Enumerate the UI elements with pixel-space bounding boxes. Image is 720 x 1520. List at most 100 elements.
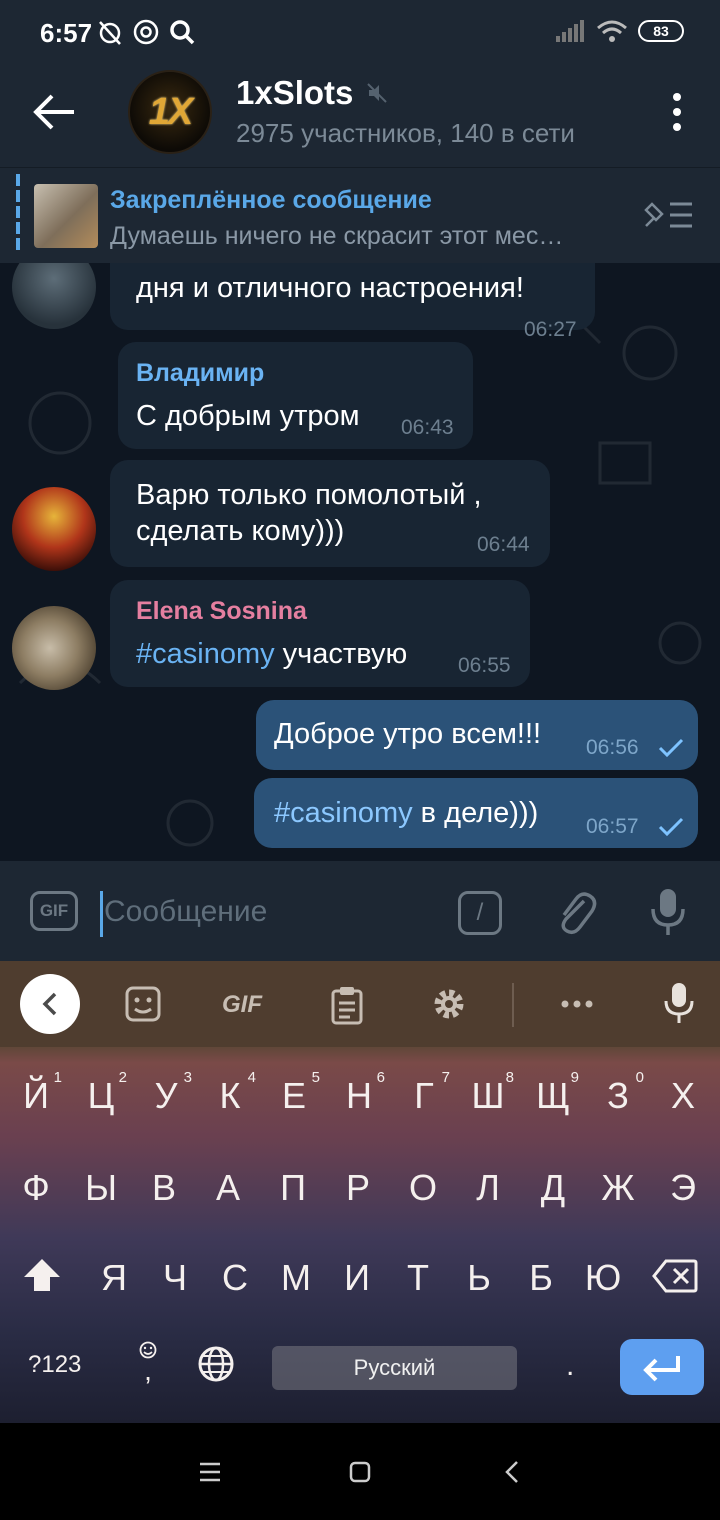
key[interactable]: Я bbox=[84, 1257, 144, 1299]
period-key[interactable]: . bbox=[566, 1349, 574, 1383]
symbols-key[interactable]: ?123 bbox=[28, 1351, 81, 1379]
key[interactable]: К4 bbox=[200, 1069, 260, 1117]
key[interactable]: Н6 bbox=[329, 1069, 389, 1117]
sender-name[interactable]: Elena Sosnina bbox=[136, 597, 307, 626]
space-key[interactable]: Русский bbox=[272, 1346, 517, 1390]
message-text-rest: участвую bbox=[274, 638, 408, 670]
sticker-icon[interactable] bbox=[124, 985, 162, 1023]
message-time: 06:56 bbox=[586, 736, 639, 759]
bot-commands-button[interactable]: / bbox=[458, 891, 502, 935]
message-text: #casinomy в деле))) bbox=[274, 797, 538, 830]
key[interactable]: А bbox=[198, 1167, 258, 1209]
message-time: 06:27 bbox=[524, 318, 577, 341]
avatar-logo-text: 1X bbox=[148, 90, 194, 133]
system-navigation-bar bbox=[0, 1423, 720, 1520]
outgoing-message-bubble[interactable]: #casinomy в деле))) 06:57 bbox=[254, 778, 698, 848]
key[interactable]: Щ9 bbox=[523, 1069, 583, 1117]
message-text: #casinomy участвую bbox=[136, 638, 407, 671]
check-icon bbox=[658, 738, 684, 758]
pinned-message-bar[interactable]: Закреплённое сообщение Думаешь ничего не… bbox=[0, 167, 720, 263]
key[interactable]: Ф bbox=[6, 1167, 66, 1209]
key[interactable]: И bbox=[327, 1257, 387, 1299]
home-square-icon[interactable] bbox=[348, 1460, 372, 1484]
text-cursor bbox=[100, 891, 103, 937]
key[interactable]: Л bbox=[458, 1167, 518, 1209]
message-text-line1: Варю только помолотый , bbox=[136, 479, 482, 511]
key[interactable]: П bbox=[263, 1167, 323, 1209]
pin-list-icon[interactable] bbox=[642, 198, 696, 232]
key[interactable]: М bbox=[266, 1257, 326, 1299]
key[interactable]: Ы bbox=[71, 1167, 131, 1209]
avatar[interactable] bbox=[12, 606, 96, 690]
key[interactable]: С bbox=[205, 1257, 265, 1299]
message-text-rest: в деле))) bbox=[412, 797, 539, 829]
message-bubble[interactable]: Владимир С добрым утром 06:43 bbox=[118, 342, 473, 449]
gear-icon[interactable] bbox=[430, 985, 468, 1023]
status-time: 6:57 bbox=[40, 18, 93, 48]
key[interactable]: Г7 bbox=[394, 1069, 454, 1117]
key[interactable]: Р bbox=[328, 1167, 388, 1209]
attach-icon[interactable] bbox=[554, 889, 598, 937]
hashtag-link[interactable]: #casinomy bbox=[136, 638, 275, 670]
signal-icon bbox=[556, 20, 584, 42]
key[interactable]: Ц2 bbox=[71, 1069, 131, 1117]
key[interactable]: Ч bbox=[145, 1257, 205, 1299]
key[interactable]: У3 bbox=[136, 1069, 196, 1117]
chat-title[interactable]: 1xSlots bbox=[236, 74, 353, 112]
avatar[interactable] bbox=[12, 487, 96, 571]
chat-messages[interactable]: дня и отличного настроения! 06:27 Владим… bbox=[0, 263, 720, 861]
hashtag-link[interactable]: #casinomy bbox=[274, 797, 413, 829]
members-count: 2975 участников, 140 в сети bbox=[236, 118, 575, 148]
key[interactable]: Д bbox=[523, 1167, 583, 1209]
message-bubble[interactable]: дня и отличного настроения! 06:27 bbox=[110, 263, 595, 341]
keyboard-back-button[interactable] bbox=[20, 974, 80, 1034]
key[interactable]: О bbox=[393, 1167, 453, 1209]
message-input[interactable]: Сообщение bbox=[104, 895, 267, 929]
more-horizontal-icon[interactable] bbox=[560, 985, 594, 1023]
pinned-text: Думаешь ничего не скрасит этот мес… bbox=[110, 222, 564, 250]
key[interactable]: Ш8 bbox=[458, 1069, 518, 1117]
status-icons bbox=[96, 18, 196, 46]
key[interactable]: Е5 bbox=[264, 1069, 324, 1117]
comma-key[interactable]: , bbox=[138, 1341, 158, 1387]
outgoing-message-bubble[interactable]: Доброе утро всем!!! 06:56 bbox=[256, 700, 698, 770]
check-icon bbox=[658, 817, 684, 837]
backspace-icon[interactable] bbox=[652, 1259, 698, 1293]
message-text-line2: сделать кому))) bbox=[136, 515, 345, 547]
voice-input-icon[interactable] bbox=[662, 981, 696, 1025]
key[interactable]: Х bbox=[653, 1075, 713, 1117]
more-vertical-icon[interactable] bbox=[670, 92, 684, 132]
pinned-indicator bbox=[16, 174, 20, 250]
keyboard-gif-button[interactable]: GIF bbox=[222, 991, 262, 1019]
key[interactable]: З0 bbox=[588, 1069, 648, 1117]
message-bubble[interactable]: Варю только помолотый , сделать кому))) … bbox=[110, 460, 550, 567]
gif-button[interactable]: GIF bbox=[30, 891, 78, 931]
clipboard-icon[interactable] bbox=[330, 985, 364, 1025]
recents-menu-icon[interactable] bbox=[198, 1461, 222, 1483]
chevron-left-icon bbox=[42, 992, 57, 1016]
back-arrow-icon[interactable] bbox=[30, 92, 80, 132]
nav-back-icon[interactable] bbox=[502, 1459, 522, 1485]
message-time: 06:43 bbox=[401, 416, 454, 439]
at-sign-icon bbox=[133, 19, 159, 45]
key[interactable]: Э bbox=[653, 1167, 713, 1209]
enter-key[interactable] bbox=[620, 1339, 704, 1395]
microphone-icon[interactable] bbox=[648, 887, 688, 939]
message-input-bar: GIF Сообщение / bbox=[0, 861, 720, 961]
keyboard-toolbar: GIF bbox=[0, 961, 720, 1047]
sender-name[interactable]: Владимир bbox=[136, 359, 264, 388]
key[interactable]: Ж bbox=[588, 1167, 648, 1209]
key[interactable]: Т bbox=[388, 1257, 448, 1299]
key[interactable]: Ю bbox=[573, 1257, 633, 1299]
key[interactable]: Б bbox=[511, 1257, 571, 1299]
channel-avatar[interactable]: 1X bbox=[128, 70, 212, 154]
wifi-icon bbox=[597, 20, 627, 42]
globe-icon[interactable] bbox=[197, 1345, 235, 1383]
key[interactable]: Ь bbox=[449, 1257, 509, 1299]
message-time: 06:55 bbox=[458, 654, 511, 677]
shift-icon[interactable] bbox=[22, 1257, 62, 1293]
message-bubble[interactable]: Elena Sosnina #casinomy участвую 06:55 bbox=[110, 580, 530, 687]
key[interactable]: Й1 bbox=[6, 1069, 66, 1117]
key[interactable]: В bbox=[134, 1167, 194, 1209]
chat-header: 1X 1xSlots 2975 участников, 140 в сети bbox=[0, 62, 720, 167]
